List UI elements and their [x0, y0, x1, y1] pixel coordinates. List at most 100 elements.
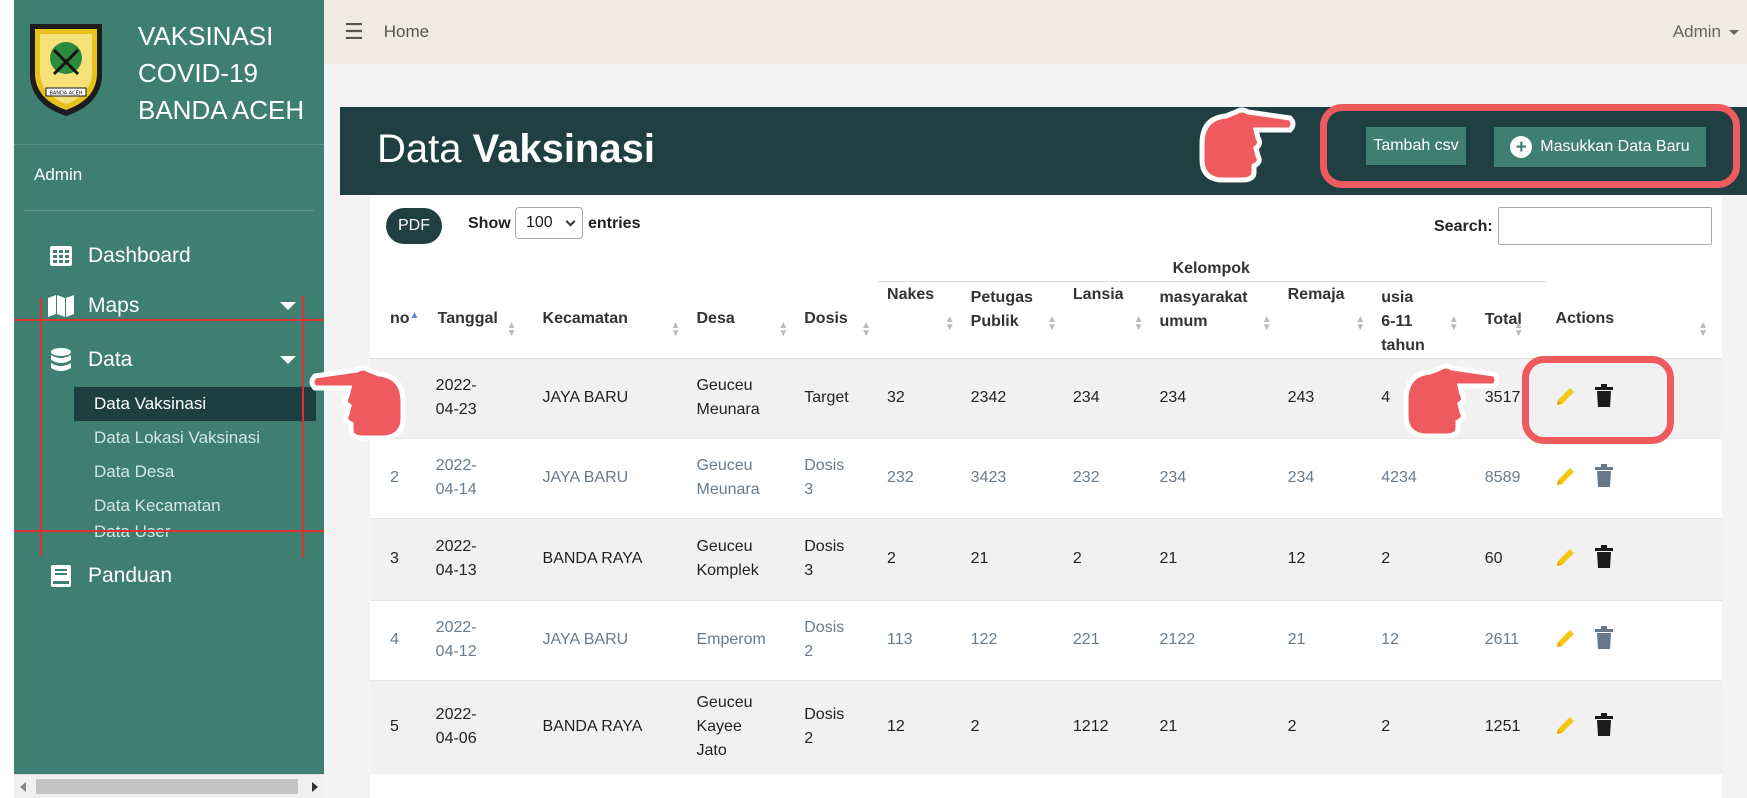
- scroll-right-icon[interactable]: [312, 782, 318, 792]
- book-icon: [48, 564, 74, 588]
- scrollbar-thumb[interactable]: [36, 779, 298, 794]
- sidebar-item-data-user[interactable]: Data User: [74, 523, 324, 547]
- trash-icon[interactable]: [1594, 712, 1614, 737]
- sidebar-item-data-desa[interactable]: Data Desa: [74, 455, 324, 489]
- col-remaja-label: Remaja: [1287, 285, 1345, 303]
- col-petugas-label: Petugas Publik: [970, 288, 1033, 330]
- guide-line-right: [302, 296, 304, 558]
- chevron-down-icon: [280, 302, 296, 310]
- pencil-icon[interactable]: [1554, 713, 1578, 737]
- table-row[interactable]: 3 2022-04-13 BANDA RAYA Geuceu Komplek Dosis…: [370, 518, 1722, 600]
- cell-no: 3: [390, 550, 399, 567]
- cell-nakes: 2: [887, 550, 896, 567]
- caret-down-icon: [1729, 30, 1739, 36]
- pointing-hand-icon: [1403, 363, 1500, 439]
- svg-text:BANDA ACEH: BANDA ACEH: [49, 91, 82, 97]
- table-row[interactable]: 5 2022-04-06 BANDA RAYA Geuceu Kayee Jato Do…: [370, 680, 1722, 774]
- col-usia[interactable]: usia 6-11 tahun ▲ ▼: [1371, 281, 1465, 358]
- cell-usia: 4234: [1381, 469, 1417, 486]
- map-icon: [48, 294, 74, 318]
- col-lansia[interactable]: Lansia ▲ ▼: [1063, 281, 1150, 358]
- sort-icon: ▲ ▼: [1513, 319, 1524, 339]
- pencil-icon[interactable]: [1554, 464, 1578, 488]
- sort-icon: ▲ ▼: [1261, 313, 1272, 333]
- cell-masyarakat: 2122: [1159, 631, 1196, 648]
- sidebar-item-data[interactable]: Data: [14, 335, 324, 385]
- table-row[interactable]: 4 2022-04-12 JAYA BARU Emperom Dosis 2 113 122…: [370, 600, 1722, 680]
- cell-dosis: Dosis 3: [804, 457, 845, 498]
- col-total[interactable]: Total ▲ ▼: [1465, 281, 1546, 358]
- cell-total: 60: [1484, 550, 1503, 567]
- page-title: Data Vaksinasi: [377, 127, 655, 172]
- table-row[interactable]: 2 2022-04-14 JAYA BARU Geuceu Meunara Dosis …: [370, 438, 1722, 518]
- cell-kecamatan: JAYA BARU: [542, 631, 629, 648]
- sidebar-item-maps-label: Maps: [88, 294, 140, 317]
- guide-line-bottom: [14, 530, 330, 532]
- cell-no: 4: [390, 631, 399, 648]
- cell-no: 2: [390, 469, 399, 486]
- sidebar-item-data-vaksinasi[interactable]: Data Vaksinasi: [74, 387, 316, 421]
- col-no-label: no: [390, 310, 410, 328]
- col-desa[interactable]: Desa ▲ ▼: [686, 281, 794, 358]
- page-title-bold: Vaksinasi: [472, 127, 655, 171]
- sort-icon: ▲ ▼: [1133, 313, 1144, 333]
- cell-nakes: 232: [887, 469, 914, 486]
- sort-icon: ▲ ▼: [1448, 313, 1459, 333]
- sidebar-item-panduan[interactable]: Panduan: [14, 551, 324, 601]
- admin-label: Admin: [1672, 22, 1721, 41]
- entries-select[interactable]: 100: [515, 207, 583, 239]
- pencil-icon[interactable]: [1554, 545, 1578, 569]
- col-nakes[interactable]: Nakes ▲ ▼: [877, 281, 961, 358]
- brand-line-1: VAKSINASI: [138, 21, 274, 51]
- cell-actions: [1546, 438, 1722, 518]
- trash-icon[interactable]: [1594, 625, 1614, 650]
- home-link[interactable]: Home: [384, 22, 429, 42]
- pdf-export-button[interactable]: PDF: [386, 208, 442, 244]
- cell-masyarakat: 234: [1159, 469, 1187, 486]
- user-panel[interactable]: Admin: [24, 145, 314, 211]
- cell-dosis: Dosis 2: [804, 706, 845, 748]
- sidebar-item-panduan-label: Panduan: [88, 564, 173, 587]
- group-header-kelompok: Kelompok: [877, 257, 1546, 282]
- highlight-box-header-buttons: [1320, 104, 1740, 188]
- database-icon: [48, 348, 74, 372]
- sidebar-item-dashboard[interactable]: Dashboard: [14, 231, 324, 281]
- cell-kecamatan: BANDA RAYA: [542, 718, 643, 736]
- topbar: ☰ Home Admin: [324, 0, 1747, 64]
- col-tanggal[interactable]: Tanggal ▲ ▼: [426, 281, 523, 358]
- admin-dropdown[interactable]: Admin: [1673, 22, 1739, 42]
- trash-icon[interactable]: [1594, 463, 1614, 488]
- col-petugas[interactable]: Petugas Publik ▲ ▼: [961, 281, 1063, 358]
- sidebar-item-data-kecamatan[interactable]: Data Kecamatan: [74, 489, 324, 523]
- sort-icon: ▲ ▼: [944, 313, 955, 333]
- brand[interactable]: BANDA ACEH VAKSINASI COVID-19 BANDA ACEH: [14, 0, 324, 145]
- scroll-left-icon[interactable]: [20, 782, 26, 792]
- col-kecamatan[interactable]: Kecamatan ▲ ▼: [523, 281, 687, 358]
- col-tanggal-label: Tanggal: [437, 310, 498, 328]
- data-table-card: PDF Show 100 entries Search: Kelompok no…: [370, 195, 1722, 798]
- col-remaja[interactable]: Remaja ▲ ▼: [1278, 281, 1372, 358]
- table-row[interactable]: 2022-04-23 JAYA BARU Geuceu Meunara Target 3…: [370, 358, 1722, 438]
- cell-dosis: Dosis 2: [804, 619, 845, 660]
- sidebar-item-maps[interactable]: Maps: [14, 281, 324, 331]
- search-label: Search:: [1434, 218, 1493, 235]
- col-masyarakat[interactable]: masyarakat umum ▲ ▼: [1150, 281, 1278, 358]
- col-nakes-label: Nakes: [887, 285, 935, 303]
- col-actions[interactable]: Actions ▲ ▼: [1546, 281, 1722, 358]
- cell-remaja: 2: [1287, 718, 1297, 736]
- sidebar-scrollbar[interactable]: [14, 774, 324, 798]
- cell-kecamatan: JAYA BARU: [542, 389, 629, 406]
- sidebar-item-data-lokasi[interactable]: Data Lokasi Vaksinasi: [74, 421, 324, 455]
- trash-icon[interactable]: [1594, 544, 1614, 569]
- cell-lansia: 221: [1072, 631, 1100, 648]
- cell-dosis: Target: [804, 389, 849, 406]
- search-input[interactable]: [1498, 207, 1712, 245]
- cell-remaja: 234: [1287, 469, 1315, 486]
- col-no[interactable]: no▲: [370, 281, 426, 358]
- sidebar-nav: Dashboard Maps Data Data Vaksinasi Data …: [14, 211, 324, 601]
- col-dosis-label: Dosis: [804, 310, 848, 328]
- cell-lansia: 2: [1072, 550, 1082, 567]
- pencil-icon[interactable]: [1554, 626, 1578, 650]
- bars-icon[interactable]: ☰: [344, 19, 364, 45]
- col-dosis[interactable]: Dosis ▲ ▼: [794, 281, 877, 358]
